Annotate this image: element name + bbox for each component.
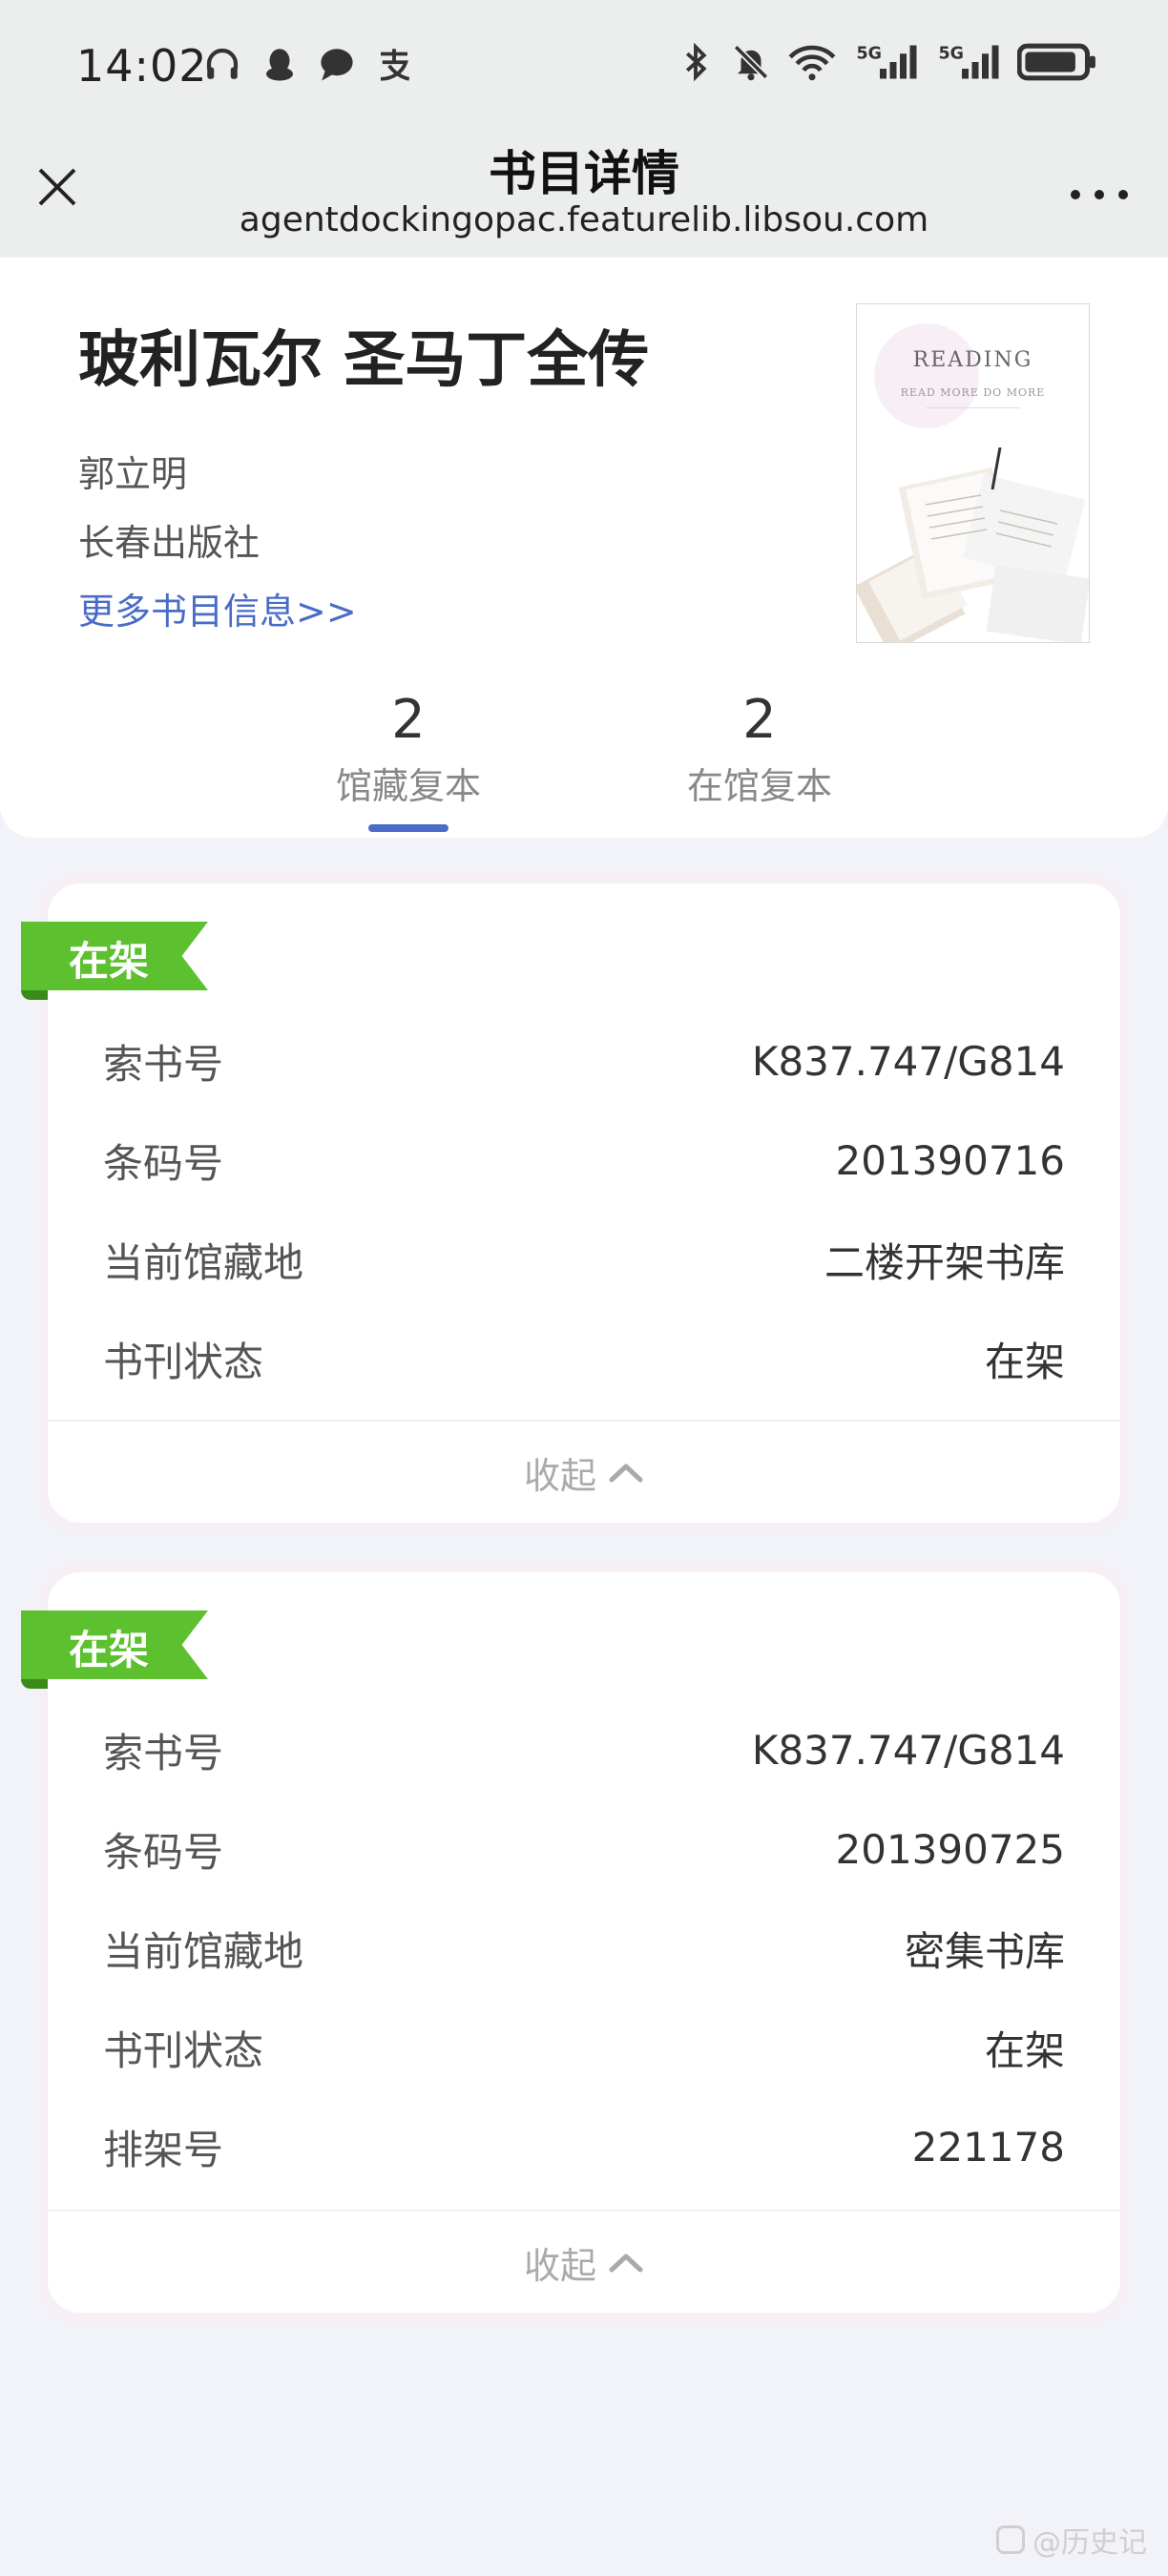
status-row: 书刊状态 在架 <box>103 1998 1065 2097</box>
row-value: 在架 <box>984 2026 1065 2074</box>
row-value: 201390716 <box>835 1136 1066 1184</box>
svg-text:5G: 5G <box>939 45 965 64</box>
row-label: 条码号 <box>103 1828 224 1876</box>
title-bar: 书目详情 agentdockingopac.featurelib.libsou.… <box>0 135 1168 258</box>
chevron-up-icon <box>609 2254 643 2273</box>
copy-card: 在架 索书号 K837.747/G814 条码号 201390716 当前馆藏地… <box>21 883 1120 1523</box>
watermark-icon <box>996 2525 1025 2554</box>
chat-bubble-icon <box>317 44 357 84</box>
status-right-icons: 5G 5G <box>676 42 1097 82</box>
more-book-info-link[interactable]: 更多书目信息>> <box>78 582 357 634</box>
battery-icon <box>1016 42 1097 82</box>
ribbon-fold <box>21 1679 48 1689</box>
row-label: 索书号 <box>103 1729 224 1776</box>
status-bar: 14:02 5G 5G <box>0 0 1168 135</box>
collapse-label: 收起 <box>523 2244 596 2287</box>
status-left-icons <box>202 44 414 84</box>
mute-bell-icon <box>731 42 771 82</box>
signal-5g-icon: 5G <box>935 42 1002 82</box>
cover-divider <box>926 407 1020 408</box>
top-area: 14:02 5G 5G 书目详情 agentdockingopac.featur… <box>0 0 1168 258</box>
barcode-row: 条码号 201390716 <box>103 1111 1065 1210</box>
call-number-row: 索书号 K837.747/G814 <box>103 1700 1065 1799</box>
collapse-label: 收起 <box>523 1454 596 1497</box>
ribbon-fold <box>21 990 48 1000</box>
page-title: 书目详情 <box>489 146 679 201</box>
cover-decoration <box>874 323 979 428</box>
status-ribbon: 在架 <box>21 922 208 1000</box>
status-tag: 在架 <box>69 1627 150 1673</box>
total-copies-count: 2 <box>391 689 426 751</box>
book-info-card: 玻利瓦尔 圣马丁全传 郭立明 长春出版社 更多书目信息>> READING RE… <box>0 258 1168 838</box>
watermark-text: @历史记 <box>1032 2526 1147 2560</box>
alipay-icon <box>374 44 414 84</box>
more-menu-button[interactable] <box>1071 183 1128 206</box>
cover-subtitle: READ MORE DO MORE <box>900 386 1046 399</box>
qq-icon <box>260 44 300 84</box>
page-url: agentdockingopac.featurelib.libsou.com <box>239 200 929 239</box>
barcode-row: 条码号 201390725 <box>103 1799 1065 1899</box>
cover-books-illustration <box>857 447 1089 642</box>
row-value: 二楼开架书库 <box>824 1238 1065 1286</box>
row-value: 201390725 <box>835 1825 1066 1873</box>
shelf-number-row: 排架号 221178 <box>103 2097 1065 2196</box>
row-label: 当前馆藏地 <box>103 1927 304 1975</box>
row-label: 书刊状态 <box>103 1338 264 1385</box>
signal-5g-icon: 5G <box>853 42 920 82</box>
more-dot-icon <box>1095 190 1104 199</box>
row-value: 在架 <box>984 1338 1065 1385</box>
watermark: @历史记 <box>996 2519 1147 2561</box>
row-value: K837.747/G814 <box>751 1037 1065 1085</box>
status-ribbon: 在架 <box>21 1610 208 1689</box>
wifi-icon <box>786 42 838 82</box>
book-cover-image: READING READ MORE DO MORE <box>856 303 1090 643</box>
active-tab-indicator <box>368 824 448 832</box>
available-copies-count: 2 <box>742 689 777 751</box>
collapse-button[interactable]: 收起 <box>48 1420 1120 1523</box>
status-row: 书刊状态 在架 <box>103 1309 1065 1408</box>
bluetooth-icon <box>676 42 716 82</box>
status-tag: 在架 <box>69 938 150 985</box>
status-time: 14:02 <box>76 40 208 92</box>
location-row: 当前馆藏地 二楼开架书库 <box>103 1210 1065 1309</box>
more-dot-icon <box>1118 190 1128 199</box>
more-dot-icon <box>1071 190 1080 199</box>
row-value: K837.747/G814 <box>751 1726 1065 1774</box>
location-row: 当前馆藏地 密集书库 <box>103 1899 1065 1998</box>
copy-detail-list: 索书号 K837.747/G814 条码号 201390716 当前馆藏地 二楼… <box>103 1011 1065 1408</box>
row-label: 排架号 <box>103 2126 224 2173</box>
collapse-button[interactable]: 收起 <box>48 2210 1120 2313</box>
cover-title: READING <box>912 348 1033 372</box>
copy-detail-list: 索书号 K837.747/G814 条码号 201390725 当前馆藏地 密集… <box>103 1700 1065 2196</box>
svg-text:5G: 5G <box>857 45 883 64</box>
available-copies-label: 在馆复本 <box>686 765 832 807</box>
book-publisher: 长春出版社 <box>78 522 261 564</box>
row-label: 书刊状态 <box>103 2026 264 2074</box>
row-value: 221178 <box>911 2123 1065 2171</box>
row-label: 条码号 <box>103 1139 224 1187</box>
call-number-row: 索书号 K837.747/G814 <box>103 1011 1065 1111</box>
tab-available-copies[interactable]: 2 在馆复本 <box>655 689 865 809</box>
row-value: 密集书库 <box>904 1927 1065 1975</box>
row-label: 索书号 <box>103 1040 224 1088</box>
copy-card: 在架 索书号 K837.747/G814 条码号 201390725 当前馆藏地… <box>21 1572 1120 2313</box>
book-title: 玻利瓦尔 圣马丁全传 <box>78 325 650 396</box>
row-label: 当前馆藏地 <box>103 1238 304 1286</box>
chevron-up-icon <box>609 1464 643 1483</box>
book-author: 郭立明 <box>78 453 188 495</box>
tab-total-copies[interactable]: 2 馆藏复本 <box>303 689 513 832</box>
headphones-icon <box>202 44 242 84</box>
total-copies-label: 馆藏复本 <box>335 765 481 807</box>
